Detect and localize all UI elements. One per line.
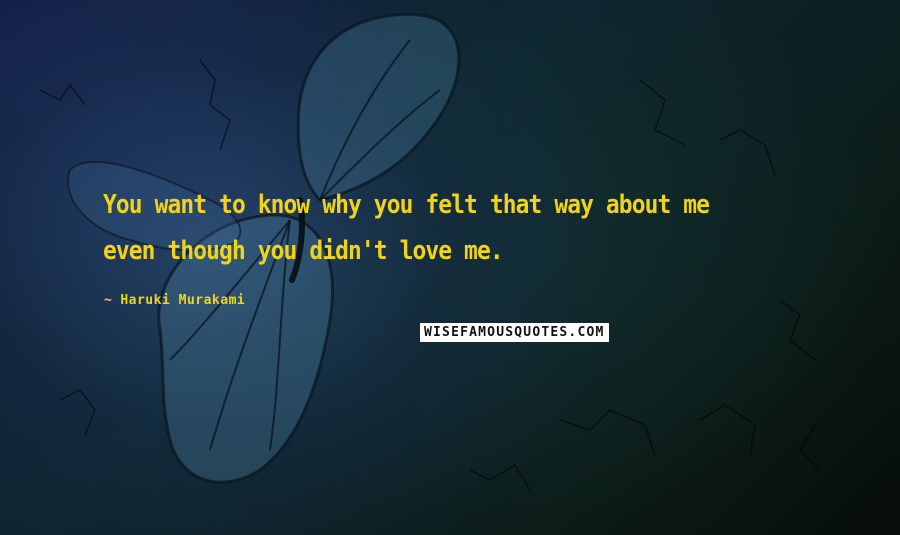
quote-image: You want to know why you felt that way a…: [0, 0, 900, 535]
author-dash: ~: [104, 293, 113, 308]
quote-text: You want to know why you felt that way a…: [103, 190, 710, 266]
author-name: Haruki Murakami: [120, 293, 246, 308]
site-watermark: WISEFAMOUSQUOTES.COM: [420, 323, 609, 342]
author-attribution: ~ Haruki Murakami: [104, 293, 245, 308]
